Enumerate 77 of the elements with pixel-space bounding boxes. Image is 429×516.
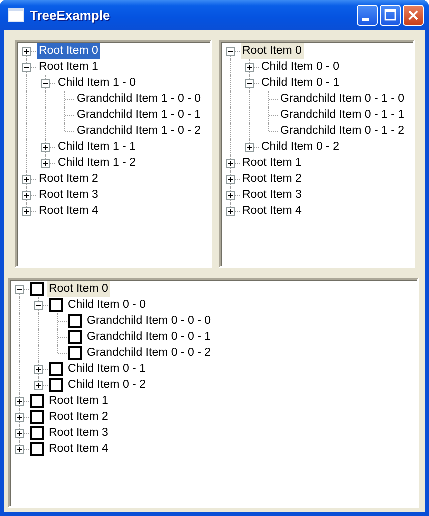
- collapse-button[interactable]: [15, 285, 24, 294]
- collapse-button[interactable]: [22, 63, 31, 72]
- expand-button[interactable]: [15, 413, 24, 422]
- window-title: TreeExample: [30, 8, 112, 22]
- checkbox[interactable]: [30, 442, 44, 456]
- tree-item[interactable]: Grandchild Item 1 - 0 - 1: [75, 107, 203, 123]
- close-button[interactable]: [403, 4, 424, 26]
- expand-button[interactable]: [22, 47, 31, 56]
- tree-item[interactable]: Grandchild Item 0 - 0 - 2: [85, 345, 213, 361]
- tree-item[interactable]: Root Item 4: [37, 203, 100, 219]
- tree-item[interactable]: Root Item 1: [240, 155, 304, 171]
- tree-item[interactable]: Root Item 3: [47, 425, 110, 441]
- window-icon: [8, 8, 24, 22]
- tree-item[interactable]: Child Item 1 - 0: [56, 75, 138, 91]
- expand-button[interactable]: [41, 143, 50, 152]
- checkbox[interactable]: [68, 346, 82, 360]
- tree-item[interactable]: Grandchild Item 1 - 0 - 2: [75, 123, 203, 139]
- tree-item[interactable]: Root Item 2: [240, 171, 304, 187]
- tree-item[interactable]: Grandchild Item 0 - 0 - 1: [85, 329, 213, 345]
- tree-item[interactable]: Root Item 2: [47, 409, 110, 425]
- checkbox[interactable]: [68, 314, 82, 328]
- tree-item[interactable]: Root Item 2: [37, 171, 100, 187]
- checkbox[interactable]: [49, 378, 63, 392]
- tree-item[interactable]: Grandchild Item 0 - 1 - 1: [278, 107, 406, 123]
- tree-item[interactable]: Child Item 0 - 1: [66, 361, 148, 377]
- tree-item[interactable]: Root Item 1: [37, 59, 100, 75]
- checkbox[interactable]: [30, 410, 44, 424]
- tree-item[interactable]: Root Item 4: [240, 203, 304, 219]
- expand-button[interactable]: [34, 365, 43, 374]
- tree-item[interactable]: Child Item 0 - 0: [260, 59, 342, 75]
- expand-button[interactable]: [22, 191, 31, 200]
- tree-item[interactable]: Child Item 0 - 1: [260, 75, 342, 91]
- tree-item[interactable]: Root Item 3: [240, 187, 304, 203]
- tree-item[interactable]: Grandchild Item 0 - 0 - 0: [85, 313, 213, 329]
- tree-item[interactable]: Child Item 1 - 2: [56, 155, 138, 171]
- expand-button[interactable]: [244, 63, 254, 72]
- expand-button[interactable]: [22, 207, 31, 216]
- collapse-button[interactable]: [226, 47, 234, 56]
- tree-item[interactable]: Child Item 0 - 0: [66, 297, 148, 313]
- tree-item[interactable]: Grandchild Item 1 - 0 - 0: [75, 91, 203, 107]
- expand-button[interactable]: [226, 207, 234, 216]
- checkbox[interactable]: [30, 394, 44, 408]
- checkbox[interactable]: [49, 298, 63, 312]
- tree-item[interactable]: Root Item 4: [47, 441, 110, 457]
- tree-view[interactable]: Root Item 0 Child Item 0 - 0 Child Item 0 - 1 Grandchild Item 0 - 1 - 0 Grandchild Item 0 - 1 - 1 Grandchild Item 0 - 1 - 2 Child Item 0 - 2 Root Item 1 Root Item 2 Root Item 3 Root Item 4: [218, 40, 415, 268]
- checkbox[interactable]: [49, 362, 63, 376]
- checkbox[interactable]: [68, 330, 82, 344]
- tree-item[interactable]: Root Item 0: [37, 43, 100, 59]
- collapse-button[interactable]: [244, 79, 254, 88]
- maximize-button[interactable]: [380, 4, 401, 26]
- minimize-button[interactable]: [357, 4, 378, 26]
- collapse-button[interactable]: [34, 301, 43, 310]
- tree-item[interactable]: Root Item 3: [37, 187, 100, 203]
- tree-item[interactable]: Grandchild Item 0 - 1 - 0: [278, 91, 406, 107]
- expand-button[interactable]: [22, 175, 31, 184]
- expand-button[interactable]: [15, 445, 24, 454]
- checkbox[interactable]: [30, 426, 44, 440]
- tree-item[interactable]: Root Item 0: [47, 281, 110, 297]
- tree-item[interactable]: Grandchild Item 0 - 1 - 2: [278, 123, 406, 139]
- collapse-button[interactable]: [41, 79, 50, 88]
- expand-button[interactable]: [34, 381, 43, 390]
- expand-button[interactable]: [226, 159, 234, 168]
- expand-button[interactable]: [226, 175, 234, 184]
- tree-item[interactable]: Child Item 0 - 2: [66, 377, 148, 393]
- expand-button[interactable]: [226, 191, 234, 200]
- tree-view[interactable]: Root Item 0 Root Item 1 Child Item 1 - 0 Grandchild Item 1 - 0 - 0 Grandchild Item 1 - 0 - 1 Grandchild Item 1 - 0 - 2 Child Item 1 - 1 Child Item 1 - 2 Root Item 2 Root Item 3 Root Item 4: [15, 40, 212, 268]
- tree-view[interactable]: Root Item 0 Child Item 0 - 0 Grandchild Item 0 - 0 - 0 Grandchild Item 0 - 0 - 1 Grandchild Item 0 - 0 - 2 Child Item 0 - 1 Child Item 0 - 2 Root Item 1 Root Item 2 Root Item 3 Root Item 4: [8, 278, 419, 508]
- tree-item[interactable]: Child Item 0 - 2: [260, 139, 342, 155]
- tree-item[interactable]: Root Item 0: [240, 43, 304, 59]
- expand-button[interactable]: [15, 397, 24, 406]
- expand-button[interactable]: [244, 143, 254, 152]
- checkbox[interactable]: [30, 282, 44, 296]
- expand-button[interactable]: [41, 159, 50, 168]
- expand-button[interactable]: [15, 429, 24, 438]
- minimize-icon: [362, 18, 368, 21]
- tree-item[interactable]: Root Item 1: [47, 393, 110, 409]
- tree-item[interactable]: Child Item 1 - 1: [56, 139, 138, 155]
